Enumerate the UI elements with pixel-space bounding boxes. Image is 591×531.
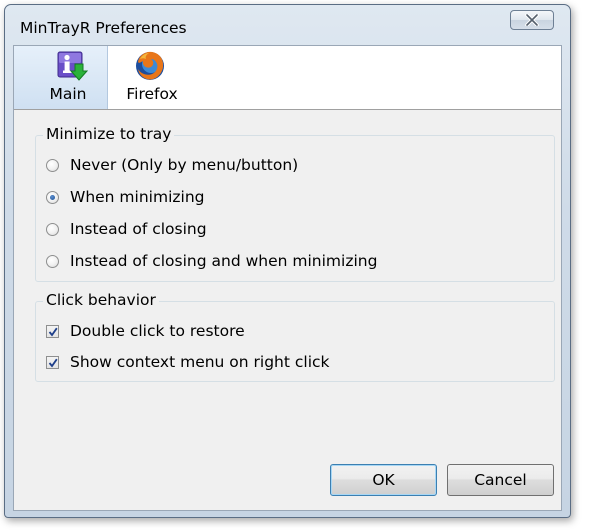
radio-button[interactable]: [46, 223, 59, 236]
firefox-icon: [136, 51, 164, 80]
ok-button[interactable]: OK: [330, 464, 437, 496]
checkmark-icon: [48, 358, 58, 368]
minimize-to-tray-legend: Minimize to tray: [43, 125, 175, 143]
window-title: MinTrayR Preferences: [20, 19, 187, 37]
radio-button[interactable]: [46, 159, 59, 172]
checkbox-label: Double click to restore: [70, 322, 245, 340]
radio-label: When minimizing: [70, 188, 205, 206]
minimize-to-tray-group: Minimize to tray Never (Only by menu/but…: [35, 125, 555, 282]
radio-button-selected[interactable]: [46, 191, 59, 204]
click-behavior-legend: Click behavior: [43, 291, 159, 309]
checkmark-icon: [48, 327, 58, 337]
tab-firefox-label: Firefox: [126, 85, 178, 103]
dialog-content: Main Firefox Minimize to tray Never (Onl…: [13, 45, 562, 511]
preferences-window: MinTrayR Preferences Main Firefox Minimi…: [4, 4, 571, 518]
preferences-toolbar: Main Firefox: [14, 46, 561, 110]
title-bar[interactable]: MinTrayR Preferences: [5, 5, 570, 41]
radio-label: Instead of closing and when minimizing: [70, 252, 378, 270]
radio-button[interactable]: [46, 255, 59, 268]
tab-main[interactable]: Main: [14, 46, 108, 109]
close-button[interactable]: [510, 10, 554, 30]
checkbox[interactable]: [46, 356, 59, 369]
checkbox[interactable]: [46, 325, 59, 338]
tab-firefox[interactable]: Firefox: [117, 46, 187, 109]
tab-main-label: Main: [49, 85, 87, 103]
cancel-button[interactable]: Cancel: [447, 464, 554, 496]
info-download-icon: [57, 51, 88, 81]
radio-label: Instead of closing: [70, 220, 207, 238]
close-icon: [525, 14, 539, 26]
click-behavior-group: Click behavior Double click to restore S…: [35, 291, 555, 382]
checkbox-label: Show context menu on right click: [70, 353, 330, 371]
radio-label: Never (Only by menu/button): [70, 156, 299, 174]
